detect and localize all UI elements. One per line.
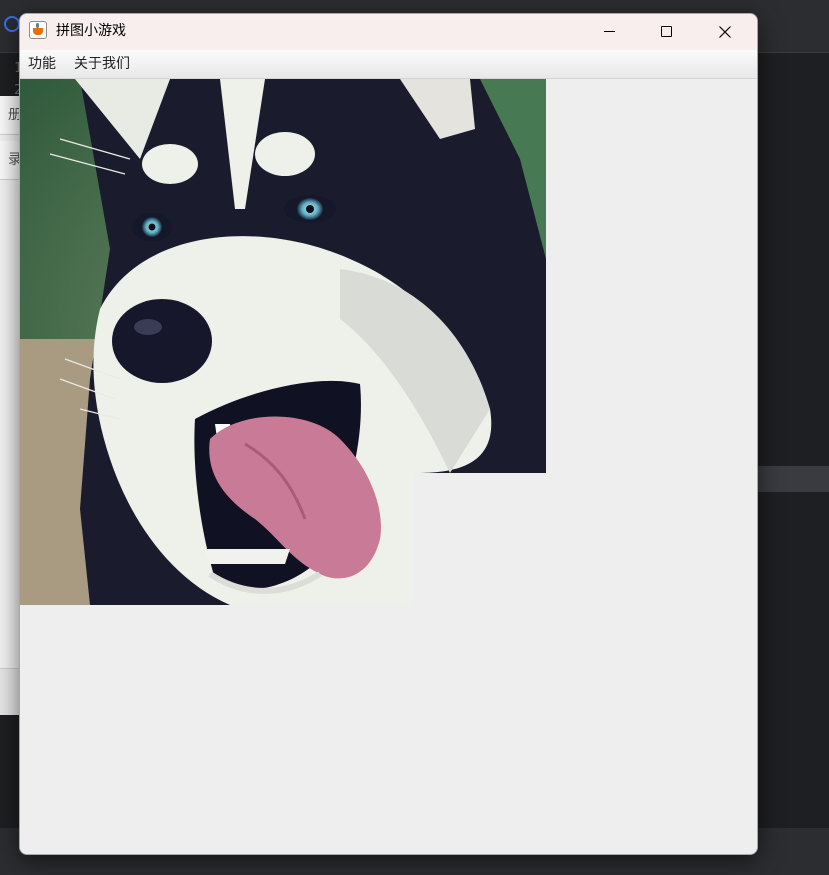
window-title: 拼图小游戏: [56, 23, 126, 39]
menu-bar: 功能 关于我们: [20, 50, 757, 79]
java-coffee-icon: [29, 21, 47, 39]
puzzle-board: [20, 79, 757, 854]
menu-function[interactable]: 功能: [28, 55, 56, 73]
window-titlebar[interactable]: 拼图小游戏: [20, 14, 757, 50]
menu-about-us[interactable]: 关于我们: [74, 55, 130, 73]
minimize-button[interactable]: [580, 14, 638, 50]
close-icon: [719, 26, 731, 38]
close-button[interactable]: [696, 14, 754, 50]
puzzle-game-window: 拼图小游戏 功能 关于我们: [19, 13, 758, 855]
ide-line-highlight: [756, 466, 829, 492]
ide-logo-icon: [4, 16, 20, 32]
minimize-icon: [604, 31, 615, 32]
maximize-button[interactable]: [638, 14, 696, 50]
husky-puzzle-image[interactable]: [20, 79, 546, 605]
maximize-icon: [661, 26, 672, 37]
